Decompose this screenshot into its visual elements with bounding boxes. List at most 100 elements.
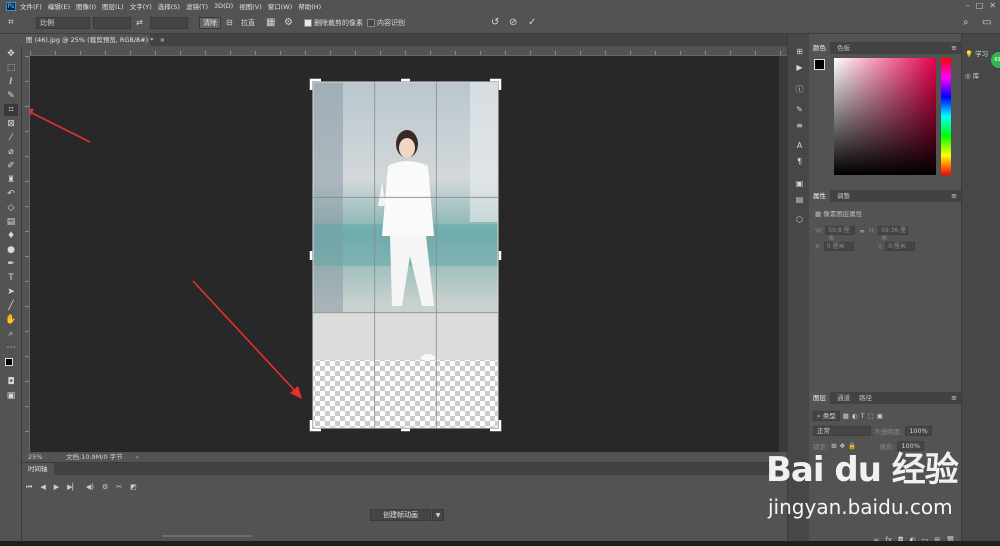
- hue-slider[interactable]: [941, 58, 951, 175]
- vertical-ruler[interactable]: [22, 56, 30, 452]
- gradient-tool-icon[interactable]: ▤: [4, 216, 18, 228]
- w-field[interactable]: 50.8 厘米: [825, 226, 856, 242]
- info-icon[interactable]: ⓘ: [794, 84, 805, 95]
- transition-icon[interactable]: ◩: [130, 483, 137, 492]
- create-animation-dropdown-icon[interactable]: ▼: [432, 509, 444, 521]
- blend-mode-select[interactable]: 正常: [813, 425, 871, 436]
- type-tool-icon[interactable]: T: [4, 272, 18, 284]
- healing-brush-tool-icon[interactable]: ⌀: [4, 146, 18, 158]
- adjustments-icon[interactable]: ≡: [794, 120, 805, 131]
- history-brush-tool-icon[interactable]: ↶: [4, 188, 18, 200]
- path-selection-tool-icon[interactable]: ➤: [4, 286, 18, 298]
- h-field[interactable]: 59.36 厘米: [878, 226, 909, 242]
- swatches-tab[interactable]: 色板: [833, 42, 854, 54]
- actions-icon[interactable]: ▶: [794, 62, 805, 73]
- layers-tab[interactable]: 图层: [809, 392, 830, 404]
- maximize-icon[interactable]: □: [976, 1, 984, 10]
- straighten-label[interactable]: 拉直: [241, 17, 255, 29]
- height-ratio-input[interactable]: [150, 17, 188, 29]
- menu-view[interactable]: 视图(V): [239, 1, 262, 11]
- dodge-tool-icon[interactable]: ●: [4, 244, 18, 256]
- status-menu-chevron-icon[interactable]: ›: [136, 452, 139, 462]
- layer-kind-filter[interactable]: ⌕ 类型: [813, 410, 840, 421]
- overlay-grid-icon[interactable]: ▦: [266, 17, 275, 29]
- filter-smart-icon[interactable]: ▣: [877, 412, 883, 420]
- history-icon[interactable]: ⊞: [794, 46, 805, 57]
- hand-tool-icon[interactable]: ✋: [4, 314, 18, 326]
- glyphs-icon[interactable]: ▣: [794, 178, 805, 189]
- frame-tool-icon[interactable]: ⊠: [4, 118, 18, 130]
- lock-position-icon[interactable]: ✥: [840, 442, 845, 450]
- libraries-item[interactable]: ◎ 库: [965, 70, 979, 80]
- filter-pixel-icon[interactable]: ▦: [843, 412, 849, 420]
- filter-type-icon[interactable]: T: [861, 412, 865, 420]
- menu-3d[interactable]: 3D(D): [214, 2, 233, 10]
- create-frame-animation-button[interactable]: 创建帧动画: [370, 509, 431, 521]
- notes-icon[interactable]: ▤: [794, 194, 805, 205]
- filter-adjustment-icon[interactable]: ◐: [852, 412, 858, 420]
- paragraph-icon[interactable]: ¶: [794, 156, 805, 167]
- ruler-origin[interactable]: [22, 46, 30, 56]
- menu-edit[interactable]: 编辑(E): [48, 1, 70, 11]
- content-aware-checkbox[interactable]: [367, 19, 375, 27]
- menu-type[interactable]: 文字(Y): [130, 1, 152, 11]
- paths-tab[interactable]: 路径: [855, 392, 876, 404]
- reset-icon[interactable]: ↺: [491, 17, 499, 29]
- menu-window[interactable]: 窗口(W): [268, 1, 293, 11]
- filter-shape-icon[interactable]: ⬚: [868, 412, 874, 420]
- link-icon[interactable]: ∞: [859, 227, 864, 235]
- next-frame-icon[interactable]: ▶▏: [67, 483, 78, 492]
- search-icon[interactable]: ⌕: [963, 17, 969, 29]
- line-tool-icon[interactable]: ╱: [4, 300, 18, 312]
- split-icon[interactable]: ✂: [116, 483, 122, 492]
- quick-mask-icon[interactable]: ◘: [4, 376, 18, 388]
- clone-stamp-tool-icon[interactable]: ♜: [4, 174, 18, 186]
- horizontal-ruler[interactable]: [30, 46, 787, 56]
- learn-item[interactable]: 💡 学习: [965, 48, 988, 58]
- move-tool-icon[interactable]: ✥: [4, 48, 18, 60]
- eyedropper-tool-icon[interactable]: ⁄: [4, 132, 18, 144]
- color-panel-foreground-swatch[interactable]: [814, 59, 825, 70]
- y-field[interactable]: 0 厘米: [885, 242, 916, 251]
- width-ratio-input[interactable]: [93, 17, 131, 29]
- brush-settings-icon[interactable]: ✎: [794, 104, 805, 115]
- first-frame-icon[interactable]: ⏮: [26, 483, 32, 492]
- marquee-tool-icon[interactable]: ⬚: [4, 62, 18, 74]
- properties-menu-icon[interactable]: ≡: [951, 190, 957, 202]
- menu-help[interactable]: 帮助(H): [298, 1, 321, 11]
- foreground-color-swatch[interactable]: [5, 358, 13, 366]
- menu-select[interactable]: 选择(S): [158, 1, 180, 11]
- color-picker-field[interactable]: [834, 58, 936, 175]
- cancel-icon[interactable]: ⊘: [509, 17, 517, 29]
- workspace-icon[interactable]: ▭: [982, 17, 991, 29]
- screen-mode-icon[interactable]: ▣: [4, 390, 18, 402]
- menu-file[interactable]: 文件(F): [20, 1, 42, 11]
- crop-tool-preset-icon[interactable]: ⌗: [8, 17, 14, 29]
- timeline-zoom-slider[interactable]: [162, 535, 252, 537]
- clear-button[interactable]: 清除: [199, 17, 221, 29]
- lock-pixels-icon[interactable]: ⊞: [831, 442, 836, 450]
- channels-tab[interactable]: 通道: [833, 392, 854, 404]
- quick-select-tool-icon[interactable]: ✎: [4, 90, 18, 102]
- menu-filter[interactable]: 滤镜(T): [186, 1, 208, 11]
- opacity-field[interactable]: 100%: [905, 425, 932, 436]
- blur-tool-icon[interactable]: ♦: [4, 230, 18, 242]
- brush-tool-icon[interactable]: ✐: [4, 160, 18, 172]
- play-icon[interactable]: ▶: [54, 483, 59, 492]
- timeline-settings-icon[interactable]: ⚙: [102, 483, 108, 492]
- layers-menu-icon[interactable]: ≡: [951, 392, 957, 404]
- delete-cropped-checkbox[interactable]: [304, 19, 312, 27]
- zoom-level[interactable]: 25%: [28, 452, 42, 462]
- crop-settings-gear-icon[interactable]: ⚙: [284, 17, 293, 29]
- lasso-tool-icon[interactable]: ℓ: [4, 76, 18, 88]
- crop-tool-icon[interactable]: ⌗: [4, 104, 18, 116]
- adjustments-tab[interactable]: 调整: [833, 190, 854, 202]
- color-tab[interactable]: 颜色: [809, 42, 830, 54]
- straighten-icon[interactable]: ⊟: [226, 17, 233, 29]
- audio-icon[interactable]: ◀): [86, 483, 94, 492]
- lock-all-icon[interactable]: 🔒: [848, 442, 856, 450]
- prev-frame-icon[interactable]: ◀: [40, 483, 45, 492]
- swap-icon[interactable]: ⇄: [136, 17, 143, 29]
- 3d-icon[interactable]: ⬡: [794, 214, 805, 225]
- zoom-tool-icon[interactable]: ⌕: [4, 328, 18, 340]
